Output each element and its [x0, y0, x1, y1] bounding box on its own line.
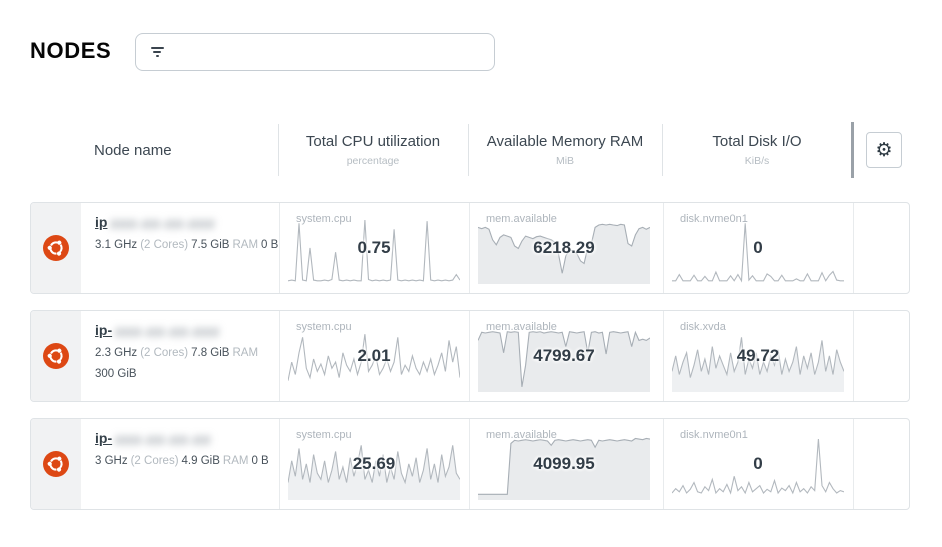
chart-context-label: mem.available: [486, 321, 557, 333]
spec-item: (2 Cores): [140, 239, 189, 251]
ubuntu-icon: [43, 235, 69, 261]
node-link[interactable]: ip- ###-##-##-###: [95, 322, 275, 340]
column-header-disk: Total Disk I/O KiB/s: [662, 133, 852, 167]
nodes-page: NODES Node name Total CPU utilization pe…: [0, 0, 942, 547]
spec-item: 0 B: [251, 455, 269, 467]
spec-item: 3.1 GHz: [95, 239, 138, 251]
column-title: Total Disk I/O: [712, 133, 802, 150]
column-header-node-name: Node name: [94, 142, 172, 159]
chart-context-label: system.cpu: [296, 429, 352, 441]
node-link[interactable]: ip- ###-##-##-##: [95, 430, 275, 448]
chart-value: 2.01: [357, 345, 391, 365]
column-header-memory: Available Memory RAM MiB: [468, 133, 662, 167]
spec-item: RAM: [232, 347, 259, 359]
os-strip: [31, 311, 81, 401]
chart-value: 6218.29: [533, 237, 595, 257]
spec-item: 2.3 GHz: [95, 347, 138, 359]
cell-divider: [853, 311, 854, 401]
divider-thick: [851, 122, 854, 178]
chart-value: 0: [753, 453, 763, 473]
spec-item: (2 Cores): [130, 455, 179, 467]
divider: [468, 124, 469, 176]
os-strip: [31, 203, 81, 293]
node-hostname-redacted: ###-##-##-###: [110, 216, 216, 232]
column-title: Available Memory RAM: [486, 133, 644, 150]
node-hostname-redacted: ###-##-##-###: [115, 324, 220, 340]
memory-chart[interactable]: mem.available 4099.95: [478, 427, 650, 502]
node-link[interactable]: ip ###-##-##-###: [95, 214, 275, 232]
node-specs-line1: 3.1 GHz (2 Cores) 7.5 GiB RAM 0 B: [95, 239, 295, 251]
disk-chart[interactable]: disk.xvda 49.72: [672, 319, 844, 394]
node-row: ip- ###-##-##-## 3 GHz (2 Cores) 4.9 GiB RAM…: [30, 418, 910, 510]
cell-divider: [663, 203, 664, 293]
cell-divider: [663, 311, 664, 401]
filter-icon: [150, 47, 164, 57]
disk-chart[interactable]: disk.nvme0n1 0: [672, 427, 844, 502]
node-specs-line1: 2.3 GHz (2 Cores) 7.8 GiB RAM: [95, 347, 295, 359]
node-hostname-prefix: ip-: [95, 322, 113, 338]
ubuntu-icon: [43, 451, 69, 477]
cell-divider: [853, 203, 854, 293]
nodes-list: ip ###-##-##-### 3.1 GHz (2 Cores) 7.5 GiB R…: [30, 202, 910, 526]
node-specs-line1: 3 GHz (2 Cores) 4.9 GiB RAM 0 B: [95, 455, 295, 467]
node-row: ip ###-##-##-### 3.1 GHz (2 Cores) 7.5 GiB R…: [30, 202, 910, 294]
memory-chart[interactable]: mem.available 4799.67: [478, 319, 650, 394]
spec-item: 4.9 GiB: [181, 455, 220, 467]
node-info: ip ###-##-##-###: [95, 214, 275, 232]
page-title: NODES: [30, 38, 112, 63]
spec-item: 0 B: [261, 239, 279, 251]
chart-context-label: system.cpu: [296, 321, 352, 333]
cpu-chart[interactable]: system.cpu 25.69: [288, 427, 460, 502]
memory-chart[interactable]: mem.available 6218.29: [478, 211, 650, 286]
disk-chart[interactable]: disk.nvme0n1 0: [672, 211, 844, 286]
chart-value: 4099.95: [533, 453, 595, 473]
divider: [662, 124, 663, 176]
node-specs-line2: 300 GiB: [95, 368, 295, 380]
cell-divider: [469, 203, 470, 293]
cpu-chart[interactable]: system.cpu 0.75: [288, 211, 460, 286]
spec-item: 7.8 GiB: [191, 347, 230, 359]
nodes-filter-input[interactable]: [172, 34, 494, 70]
cell-divider: [469, 419, 470, 509]
chart-value: 0: [753, 237, 763, 257]
node-hostname-prefix: ip: [95, 214, 108, 230]
chart-value: 4799.67: [533, 345, 595, 365]
spec-item: 300 GiB: [95, 368, 137, 380]
node-hostname-redacted: ###-##-##-##: [115, 432, 212, 448]
chart-context-label: mem.available: [486, 213, 557, 225]
cell-divider: [853, 419, 854, 509]
cpu-chart[interactable]: system.cpu 2.01: [288, 319, 460, 394]
chart-value: 25.69: [352, 453, 396, 473]
spec-item: RAM: [232, 239, 259, 251]
node-info: ip- ###-##-##-###: [95, 322, 275, 340]
chart-context-label: disk.nvme0n1: [680, 429, 748, 441]
spec-item: 3 GHz: [95, 455, 128, 467]
node-hostname-prefix: ip-: [95, 430, 113, 446]
node-row: ip- ###-##-##-### 2.3 GHz (2 Cores) 7.8 GiB…: [30, 310, 910, 402]
column-unit: MiB: [555, 155, 575, 167]
chart-context-label: mem.available: [486, 429, 557, 441]
chart-value: 0.75: [357, 237, 391, 257]
nodes-filter-box[interactable]: [135, 33, 495, 71]
column-header-cpu: Total CPU utilization percentage: [278, 133, 468, 167]
column-unit: KiB/s: [744, 155, 770, 167]
os-strip: [31, 419, 81, 509]
chart-context-label: disk.nvme0n1: [680, 213, 748, 225]
spec-item: RAM: [222, 455, 249, 467]
divider: [278, 124, 279, 176]
ubuntu-icon: [43, 343, 69, 369]
chart-context-label: system.cpu: [296, 213, 352, 225]
node-info: ip- ###-##-##-##: [95, 430, 275, 448]
gear-icon: ⚙: [875, 138, 893, 161]
spec-item: (2 Cores): [140, 347, 189, 359]
column-title: Total CPU utilization: [305, 133, 441, 150]
spec-item: 7.5 GiB: [191, 239, 230, 251]
chart-value: 49.72: [736, 345, 780, 365]
table-settings-button[interactable]: ⚙: [866, 132, 902, 168]
column-unit: percentage: [346, 155, 400, 167]
cell-divider: [469, 311, 470, 401]
cell-divider: [663, 419, 664, 509]
chart-context-label: disk.xvda: [680, 321, 726, 333]
